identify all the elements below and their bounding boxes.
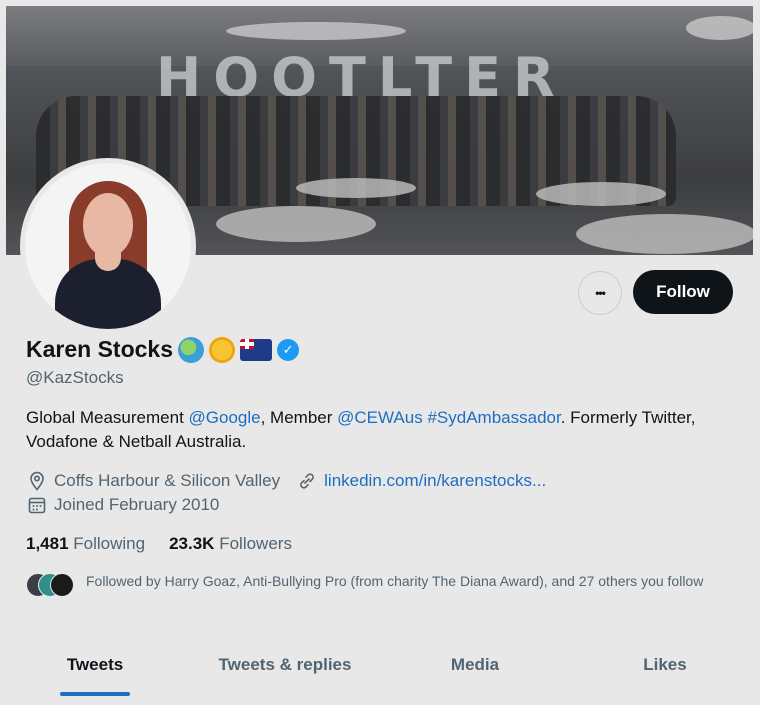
banner-table xyxy=(216,206,376,242)
profile-joined: Joined February 2010 xyxy=(54,495,220,514)
followers-label: Followers xyxy=(219,534,292,553)
profile-location: Coffs Harbour & Silicon Valley xyxy=(54,471,281,490)
banner-table xyxy=(536,182,666,206)
banner-light xyxy=(686,16,753,40)
followers-count: 23.3K xyxy=(169,534,215,553)
website-link[interactable]: linkedin.com/in/karenstocks... xyxy=(324,471,546,491)
tab-label: Tweets & replies xyxy=(218,655,352,674)
sun-emoji-icon xyxy=(209,336,236,363)
tab-tweets[interactable]: Tweets xyxy=(0,640,190,696)
mention-cewaus-link[interactable]: @CEWAus xyxy=(337,408,423,427)
follow-label: Follow xyxy=(656,282,710,301)
tab-label: Media xyxy=(450,655,500,674)
more-options-button[interactable]: ••• xyxy=(578,271,622,315)
tab-likes[interactable]: Likes xyxy=(570,640,760,690)
australia-flag-icon xyxy=(240,338,273,361)
followers-link[interactable]: 23.3K Followers xyxy=(169,534,292,554)
avatar[interactable] xyxy=(25,163,191,329)
tab-label: Likes xyxy=(643,655,687,674)
tab-label: Tweets xyxy=(66,655,124,674)
following-label: Following xyxy=(73,534,146,553)
followed-by-avatars xyxy=(26,571,74,597)
verified-badge-icon[interactable]: ✓ xyxy=(277,338,300,361)
follow-button[interactable]: Follow xyxy=(633,270,733,314)
calendar-icon xyxy=(26,494,48,516)
banner-light xyxy=(226,22,406,40)
profile-handle: @KazStocks xyxy=(26,368,124,387)
banner-table xyxy=(576,214,753,254)
follow-counts: 1,481 Following 23.3K Followers xyxy=(26,534,292,554)
following-link[interactable]: 1,481 Following xyxy=(26,534,145,554)
hashtag-link[interactable]: #SydAmbassador xyxy=(427,408,560,427)
profile-name-row: Karen Stocks ✓ xyxy=(26,336,300,363)
profile-joined-row: Joined February 2010 xyxy=(26,494,219,516)
link-icon xyxy=(296,470,318,492)
tab-tweets-replies[interactable]: Tweets & replies xyxy=(190,640,380,690)
more-icon: ••• xyxy=(595,286,606,300)
following-count: 1,481 xyxy=(26,534,69,553)
profile-tabs: Tweets Tweets & replies Media Likes xyxy=(0,640,760,700)
mini-avatar xyxy=(50,573,74,597)
avatar-face xyxy=(83,193,133,257)
location-pin-icon xyxy=(26,470,48,492)
profile-meta-row: Coffs Harbour & Silicon Valley linkedin.… xyxy=(26,470,546,492)
profile-bio: Global Measurement @Google, Member @CEWA… xyxy=(26,406,726,454)
followed-by-text: Followed by Harry Goaz, Anti-Bullying Pr… xyxy=(86,573,704,589)
banner-table xyxy=(296,178,416,198)
globe-emoji-icon xyxy=(178,336,205,363)
followed-by-row[interactable]: Followed by Harry Goaz, Anti-Bullying Pr… xyxy=(26,571,746,597)
profile-name: Karen Stocks xyxy=(26,336,174,362)
tab-media[interactable]: Media xyxy=(380,640,570,690)
mention-google-link[interactable]: @Google xyxy=(189,408,261,427)
bio-text: , Member xyxy=(260,408,338,427)
bio-text: Global Measurement xyxy=(26,408,189,427)
